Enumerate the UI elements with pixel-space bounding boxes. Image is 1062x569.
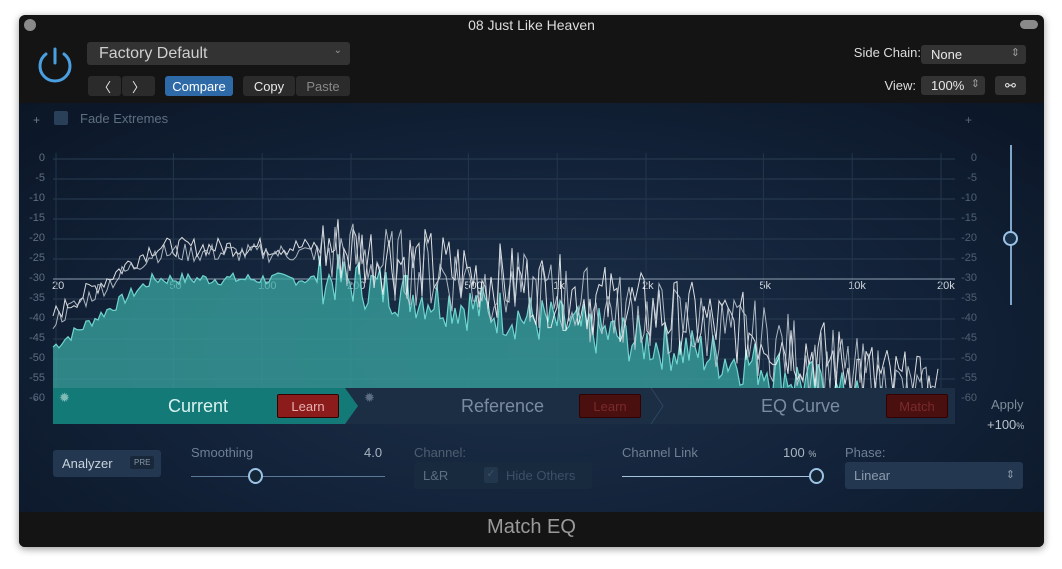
preset-name: Factory Default	[99, 44, 208, 62]
hide-others-label: Hide Others	[506, 468, 576, 483]
mode-tabs: ✹ Current Learn ✹ Reference Learn EQ Cur…	[53, 388, 955, 424]
chevron-down-icon: ⌄	[333, 45, 342, 56]
analyzer-button[interactable]: Analyzer PRE	[53, 450, 161, 477]
view-value: 100%	[931, 78, 965, 93]
apply-value: +100%	[987, 417, 1024, 432]
channel-link-slider-knob[interactable]	[809, 468, 824, 484]
channel-dropdown[interactable]: L&R	[423, 468, 448, 483]
phase-dropdown[interactable]: Linear ⇕	[845, 462, 1023, 489]
phase-value: Linear	[854, 468, 891, 483]
side-chain-dropdown[interactable]: None ⇕	[921, 45, 1026, 64]
apply-slider-knob[interactable]	[1003, 231, 1018, 246]
apply-label: Apply	[991, 397, 1024, 412]
tab-eq-curve[interactable]: EQ Curve	[761, 396, 840, 417]
view-zoom-dropdown[interactable]: 100% ⇕	[921, 76, 985, 95]
channel-link-value: 100 %	[783, 445, 816, 460]
next-preset-button[interactable]: 〉	[122, 76, 155, 96]
side-chain-value: None	[931, 47, 963, 62]
smoothing-slider-knob[interactable]	[248, 468, 264, 484]
phase-label: Phase:	[845, 445, 886, 460]
current-learn-button[interactable]: Learn	[277, 394, 339, 418]
link-icon[interactable]: ⚯	[995, 76, 1026, 95]
hide-others-checkbox[interactable]: ✓	[484, 467, 498, 483]
channel-label: Channel:	[414, 445, 467, 460]
smoothing-label: Smoothing	[191, 445, 254, 460]
plugin-name: Match EQ	[19, 512, 1044, 547]
match-button[interactable]: Match	[886, 394, 948, 418]
analyzer-label: Analyzer	[62, 456, 113, 471]
channel-link-slider[interactable]	[622, 476, 816, 477]
preset-dropdown[interactable]: Factory Default ⌄	[87, 42, 350, 65]
paste-button[interactable]: Paste	[296, 76, 350, 96]
spectrum-display: + Fade Extremes + - 0 -5 -10 -15 -20 -25 -30 -3…	[19, 103, 1044, 513]
apply-unit: %	[1016, 421, 1025, 431]
copy-button[interactable]: Copy	[243, 76, 295, 96]
tab-current[interactable]: Current	[168, 396, 228, 417]
gear-icon[interactable]: ✹	[59, 390, 70, 406]
updown-icon: ⇕	[1005, 469, 1015, 481]
spectrum-plot	[52, 153, 955, 400]
updown-icon: ⇕	[1010, 47, 1020, 59]
pre-toggle[interactable]: PRE	[130, 456, 155, 469]
gear-icon[interactable]: ✹	[364, 390, 375, 406]
compare-button[interactable]: Compare	[165, 76, 233, 96]
smoothing-slider[interactable]	[191, 476, 385, 477]
channel-link-label: Channel Link	[622, 445, 698, 460]
side-chain-label: Side Chain:	[853, 45, 921, 60]
window-pill-button[interactable]	[1020, 20, 1038, 29]
view-label: View:	[884, 78, 916, 93]
updown-icon: ⇕	[970, 78, 980, 90]
plugin-window: 08 Just Like Heaven Factory Default ⌄ 〈 …	[19, 15, 1044, 547]
channel-group: L&R ✓ Hide Others	[414, 462, 592, 489]
channel-link-number: 100	[783, 445, 805, 460]
window-title: 08 Just Like Heaven	[468, 17, 595, 33]
apply-amount: +100	[987, 417, 1017, 432]
channel-link-unit: %	[808, 449, 817, 459]
reference-learn-button[interactable]: Learn	[579, 394, 641, 418]
tab-reference[interactable]: Reference	[461, 396, 544, 417]
power-icon[interactable]	[35, 45, 75, 85]
smoothing-value: 4.0	[364, 445, 383, 460]
previous-preset-button[interactable]: 〈	[88, 76, 121, 96]
apply-slider-track[interactable]	[1010, 145, 1012, 305]
